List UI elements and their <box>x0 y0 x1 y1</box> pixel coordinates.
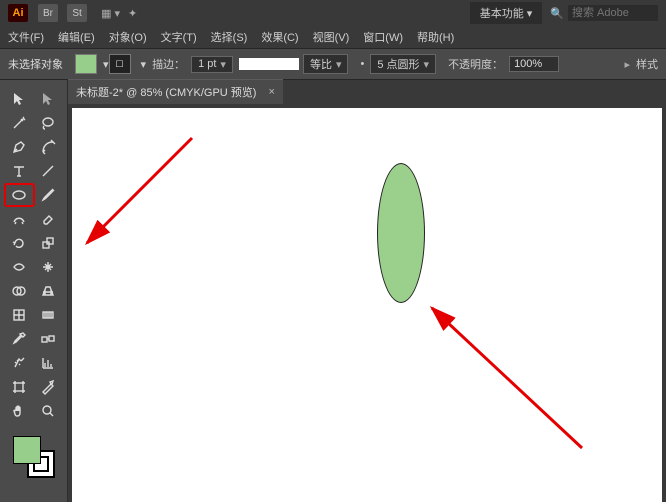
pen-tool[interactable] <box>5 136 34 158</box>
style-label[interactable]: 样式 <box>636 56 658 72</box>
slice-tool[interactable] <box>34 376 63 398</box>
document-tab[interactable]: 未标题-2* @ 85% (CMYK/GPU 预览) × <box>68 79 283 104</box>
curvature-tool[interactable] <box>34 136 63 158</box>
rotate-tool[interactable] <box>5 232 34 254</box>
mesh-tool[interactable] <box>5 304 34 326</box>
scale-type-select[interactable]: 等比▾ <box>303 54 349 74</box>
arrange-icon[interactable]: ▦ ▾ <box>101 7 120 20</box>
document-area: 未标题-2* @ 85% (CMYK/GPU 预览) × <box>68 80 666 502</box>
options-bar: 未选择对象 ▾ □▾ 描边： 1 pt▾ 等比▾ • 5 点圆形▾ 不透明度： … <box>0 48 666 80</box>
stock-icon[interactable]: St <box>67 4 87 22</box>
scale-tool[interactable] <box>34 232 63 254</box>
shaper-tool[interactable] <box>5 208 34 230</box>
gradient-tool[interactable] <box>34 304 63 326</box>
stroke-weight-input[interactable]: 1 pt▾ <box>191 56 233 73</box>
ellipse-tool[interactable] <box>5 184 34 206</box>
fill-swatch[interactable] <box>75 54 97 74</box>
brush-select[interactable]: 5 点圆形▾ <box>370 54 436 74</box>
eyedropper-tool[interactable] <box>5 328 34 350</box>
symbol-sprayer-tool[interactable] <box>5 352 34 374</box>
type-tool[interactable] <box>5 160 34 182</box>
menu-file[interactable]: 文件(F) <box>8 29 44 45</box>
title-bar: Ai Br St ▦ ▾ ✦ 基本功能 ▾ 🔍 <box>0 0 666 26</box>
menu-select[interactable]: 选择(S) <box>211 29 248 45</box>
menu-help[interactable]: 帮助(H) <box>417 29 454 45</box>
chevron-right-icon[interactable]: ▸ <box>624 58 630 71</box>
direct-selection-tool[interactable] <box>34 88 63 110</box>
fill-stroke-swatch[interactable] <box>13 436 55 478</box>
close-tab-icon[interactable]: × <box>268 86 274 98</box>
menu-object[interactable]: 对象(O) <box>109 29 147 45</box>
magic-wand-tool[interactable] <box>5 112 34 134</box>
menu-edit[interactable]: 编辑(E) <box>58 29 95 45</box>
lasso-tool[interactable] <box>34 112 63 134</box>
perspective-tool[interactable] <box>34 280 63 302</box>
document-tab-title: 未标题-2* @ 85% (CMYK/GPU 预览) <box>76 84 256 100</box>
hand-tool[interactable] <box>5 400 34 422</box>
menu-window[interactable]: 窗口(W) <box>363 29 403 45</box>
canvas[interactable] <box>72 108 662 502</box>
free-transform-tool[interactable] <box>34 256 63 278</box>
menu-type[interactable]: 文字(T) <box>161 29 197 45</box>
width-tool[interactable] <box>5 256 34 278</box>
selection-status: 未选择对象 <box>8 56 63 72</box>
search-icon: 🔍 <box>550 7 564 20</box>
fill-color[interactable] <box>13 436 41 464</box>
line-tool[interactable] <box>34 160 63 182</box>
bridge-icon[interactable]: Br <box>38 4 58 22</box>
tool-panel <box>0 80 68 502</box>
paintbrush-tool[interactable] <box>34 184 63 206</box>
document-tab-bar: 未标题-2* @ 85% (CMYK/GPU 预览) × <box>68 80 666 104</box>
eraser-tool[interactable] <box>34 208 63 230</box>
main-menu: 文件(F) 编辑(E) 对象(O) 文字(T) 选择(S) 效果(C) 视图(V… <box>0 26 666 48</box>
stroke-dropdown-icon[interactable]: ▾ <box>141 58 147 71</box>
annotation-arrows <box>72 108 662 502</box>
zoom-tool[interactable] <box>34 400 63 422</box>
workspace-switcher[interactable]: 基本功能 ▾ <box>470 2 543 24</box>
bridge-icons: Br St <box>38 4 93 22</box>
opacity-label: 不透明度： <box>448 56 503 72</box>
selection-tool[interactable] <box>5 88 34 110</box>
stroke-label: 描边： <box>152 56 185 72</box>
stroke-swatch[interactable]: □ <box>109 54 131 74</box>
search-input[interactable] <box>568 5 658 21</box>
workspace-label: 基本功能 <box>480 8 524 20</box>
graph-tool[interactable] <box>34 352 63 374</box>
menu-effect[interactable]: 效果(C) <box>261 29 298 45</box>
artboard-tool[interactable] <box>5 376 34 398</box>
app-ai-icon: Ai <box>8 4 28 22</box>
stroke-profile-preview[interactable] <box>239 58 299 70</box>
blend-tool[interactable] <box>34 328 63 350</box>
opacity-input[interactable] <box>509 56 559 72</box>
ellipse-shape[interactable] <box>377 163 425 303</box>
menu-view[interactable]: 视图(V) <box>313 29 350 45</box>
shape-builder-tool[interactable] <box>5 280 34 302</box>
bullet-icon: • <box>360 58 364 70</box>
wand-icon[interactable]: ✦ <box>128 7 137 20</box>
